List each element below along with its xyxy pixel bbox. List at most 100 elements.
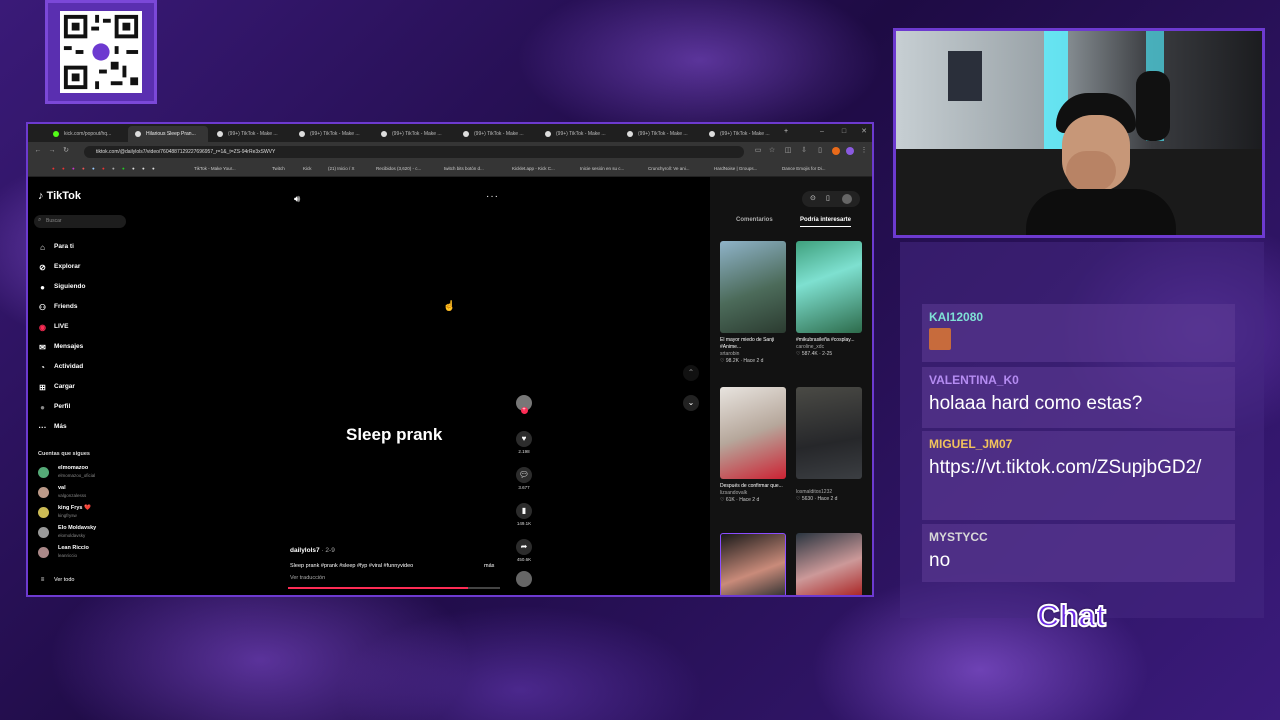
tab-tiktok[interactable]: (99+) TikTok - Make ...	[456, 126, 536, 142]
tab-tiktok[interactable]: (99+) TikTok - Make ...	[374, 126, 454, 142]
profile-avatar[interactable]	[832, 147, 840, 155]
recommended-video-meta[interactable]: #mikubrasileña #cosplay... caroline_xdc ♡ …	[796, 337, 866, 358]
forward-button[interactable]: →	[48, 147, 56, 155]
bookmark-dance-emojis[interactable]: Dance Emojis for Di...	[782, 164, 826, 174]
recommended-video-thumbnail[interactable]	[720, 241, 786, 333]
emote-image	[929, 328, 951, 350]
nav-explorar[interactable]: ⊘ Explorar	[38, 260, 80, 274]
tab-tiktok[interactable]: (99+) TikTok - Make ...	[292, 126, 372, 142]
tab-label: (99+) TikTok - Make ...	[556, 131, 606, 137]
bookmark-gmail[interactable]: Recibidos (3,620) - c...	[376, 164, 421, 174]
volume-icon[interactable]: 🔊︎	[294, 194, 300, 205]
following-avatar-icon: ●	[40, 283, 45, 292]
bookmark-x[interactable]: (21) Inicio / X	[328, 164, 355, 174]
more-options-icon[interactable]: ···	[486, 191, 499, 202]
next-video-button[interactable]: ⌄	[683, 395, 699, 411]
bookmark-icon[interactable]: ●	[82, 164, 85, 174]
profile-avatar-2[interactable]	[846, 147, 854, 155]
music-disc[interactable]	[512, 571, 536, 587]
nav-friends[interactable]: ⚇ Friends	[38, 300, 78, 314]
video-progress-bar[interactable]	[288, 587, 500, 589]
tab-tiktok[interactable]: (99+) TikTok - Make ...	[620, 126, 700, 142]
hand	[1066, 151, 1116, 191]
nav-siguiendo[interactable]: ● Siguiendo	[38, 280, 85, 294]
cast-icon[interactable]: ▭	[754, 147, 762, 155]
recommended-video-thumbnail[interactable]	[796, 533, 862, 595]
nav-mas[interactable]: ··· Más	[38, 420, 67, 434]
comment-button[interactable]: 💬︎ 3.677	[512, 467, 536, 490]
save-button[interactable]: ▮ 149.1K	[512, 503, 536, 526]
recommended-video-thumbnail[interactable]	[720, 533, 786, 595]
chat-text: https://vt.tiktok.com/ZSupjbGD2/	[929, 457, 1202, 478]
previous-video-button[interactable]: ⌃	[683, 365, 699, 381]
tab-tiktok[interactable]: (99+) TikTok - Make ...	[538, 126, 618, 142]
phone-icon[interactable]: ▯	[826, 194, 830, 202]
nav-actividad[interactable]: ◔ Actividad	[38, 360, 83, 374]
avatar	[38, 507, 49, 518]
close-window-button[interactable]: ✕	[860, 128, 868, 136]
tab-comentarios[interactable]: Comentarios	[736, 217, 773, 223]
minimize-button[interactable]: –	[818, 128, 826, 136]
bookmark-icon[interactable]: ●	[142, 164, 145, 174]
youtube-icon[interactable]: ●	[52, 164, 55, 174]
chat-message: VALENTINA_K0 holaaa hard como estas?	[922, 367, 1235, 428]
translate-link[interactable]: Ver traducción	[290, 575, 325, 581]
tab-tiktok[interactable]: (99+) TikTok - Make ...	[210, 126, 290, 142]
nav-live[interactable]: ◉ LIVE	[38, 320, 68, 334]
follow-plus-icon[interactable]: +	[520, 407, 528, 414]
more-link[interactable]: más	[484, 563, 494, 569]
bookmark-tiktok[interactable]: TikTok - Make Your...	[194, 164, 236, 174]
nav-cargar[interactable]: ⊞ Cargar	[38, 380, 75, 394]
tab-tiktok[interactable]: (99+) TikTok - Make ...	[702, 126, 780, 142]
bookmark-icon[interactable]: ●	[132, 164, 135, 174]
bookmark-icon[interactable]: ●	[92, 164, 95, 174]
bookmark-hardnoise[interactable]: HardNoise | Groups...	[714, 164, 757, 174]
menu-icon[interactable]: ⋮	[860, 147, 868, 155]
bookmark-kick[interactable]: Kick	[303, 164, 312, 174]
reload-icon[interactable]: ↻	[62, 147, 70, 155]
tab-kick[interactable]: kick.com/popout/hq...	[46, 126, 126, 142]
recommended-video-thumbnail[interactable]	[796, 387, 862, 479]
youtube-icon[interactable]: ●	[62, 164, 65, 174]
bookmark-crunchyroll[interactable]: Crunchyroll: Ve ani...	[648, 164, 690, 174]
bookmark-icon[interactable]: ●	[112, 164, 115, 174]
like-button[interactable]: ♥ 2.198	[512, 431, 536, 454]
nav-label: Actividad	[54, 363, 84, 370]
creator-avatar[interactable]: +	[512, 395, 536, 414]
bookmark-twitch-bits[interactable]: twitch bits botón d...	[444, 164, 484, 174]
recommended-video-meta[interactable]: losmalditos1232 ♡ 5630 · Hace 2 d	[796, 489, 866, 503]
recommended-video-meta[interactable]: El mayor miedo de Sanji #Anime... srtarob…	[720, 337, 790, 365]
tab-active[interactable]: Hilarious Sleep Pran...	[128, 126, 208, 142]
nav-para-ti[interactable]: ⌂ Para ti	[38, 240, 74, 254]
rec-user: losmalditos1232	[796, 489, 833, 495]
bookmark-icon[interactable]: ●	[102, 164, 105, 174]
sidebar-icon[interactable]: ▯	[816, 147, 824, 155]
user-avatar[interactable]	[842, 194, 852, 204]
back-button[interactable]: ←	[34, 147, 42, 155]
spotify-icon[interactable]: ●	[122, 164, 125, 174]
nav-label: Más	[54, 423, 67, 430]
nav-mensajes[interactable]: ✉ Mensajes	[38, 340, 83, 354]
see-all-link[interactable]: ≡ Ver todo	[38, 573, 75, 587]
url-input[interactable]: tiktok.com/@dailylols7/video/76048871292…	[84, 146, 744, 158]
search-input[interactable]: Buscar	[34, 215, 126, 228]
extensions-icon[interactable]: ◫	[784, 147, 792, 155]
recommended-video-meta[interactable]: Después de confirmar que... lizsandovalk ♡…	[720, 483, 790, 504]
tab-podria-interesarte[interactable]: Podría interesarte	[800, 217, 852, 227]
bookmark-icon[interactable]: ●	[152, 164, 155, 174]
recommended-video-thumbnail[interactable]	[720, 387, 786, 479]
bookmark-login[interactable]: Inicie sesión en su c...	[580, 164, 624, 174]
downloads-icon[interactable]: ⇩	[800, 147, 808, 155]
share-button[interactable]: ➦ 450.6K	[512, 539, 536, 562]
bookmark-kicklet[interactable]: Kicklet.app - Kick C...	[512, 164, 555, 174]
maximize-button[interactable]: □	[840, 128, 848, 136]
recommended-video-thumbnail[interactable]	[796, 241, 862, 333]
bookmark-twitch[interactable]: Twitch	[272, 164, 285, 174]
settings-icon[interactable]: ⊙	[810, 194, 816, 202]
bookmark-icon[interactable]: ●	[72, 164, 75, 174]
tiktok-logo[interactable]: ♪ TikTok	[38, 190, 81, 202]
star-icon[interactable]: ☆	[768, 147, 776, 155]
video-author[interactable]: dailylols7 · 2-9	[290, 547, 335, 554]
nav-perfil[interactable]: ● Perfil	[38, 400, 70, 414]
new-tab-button[interactable]: +	[782, 128, 790, 136]
